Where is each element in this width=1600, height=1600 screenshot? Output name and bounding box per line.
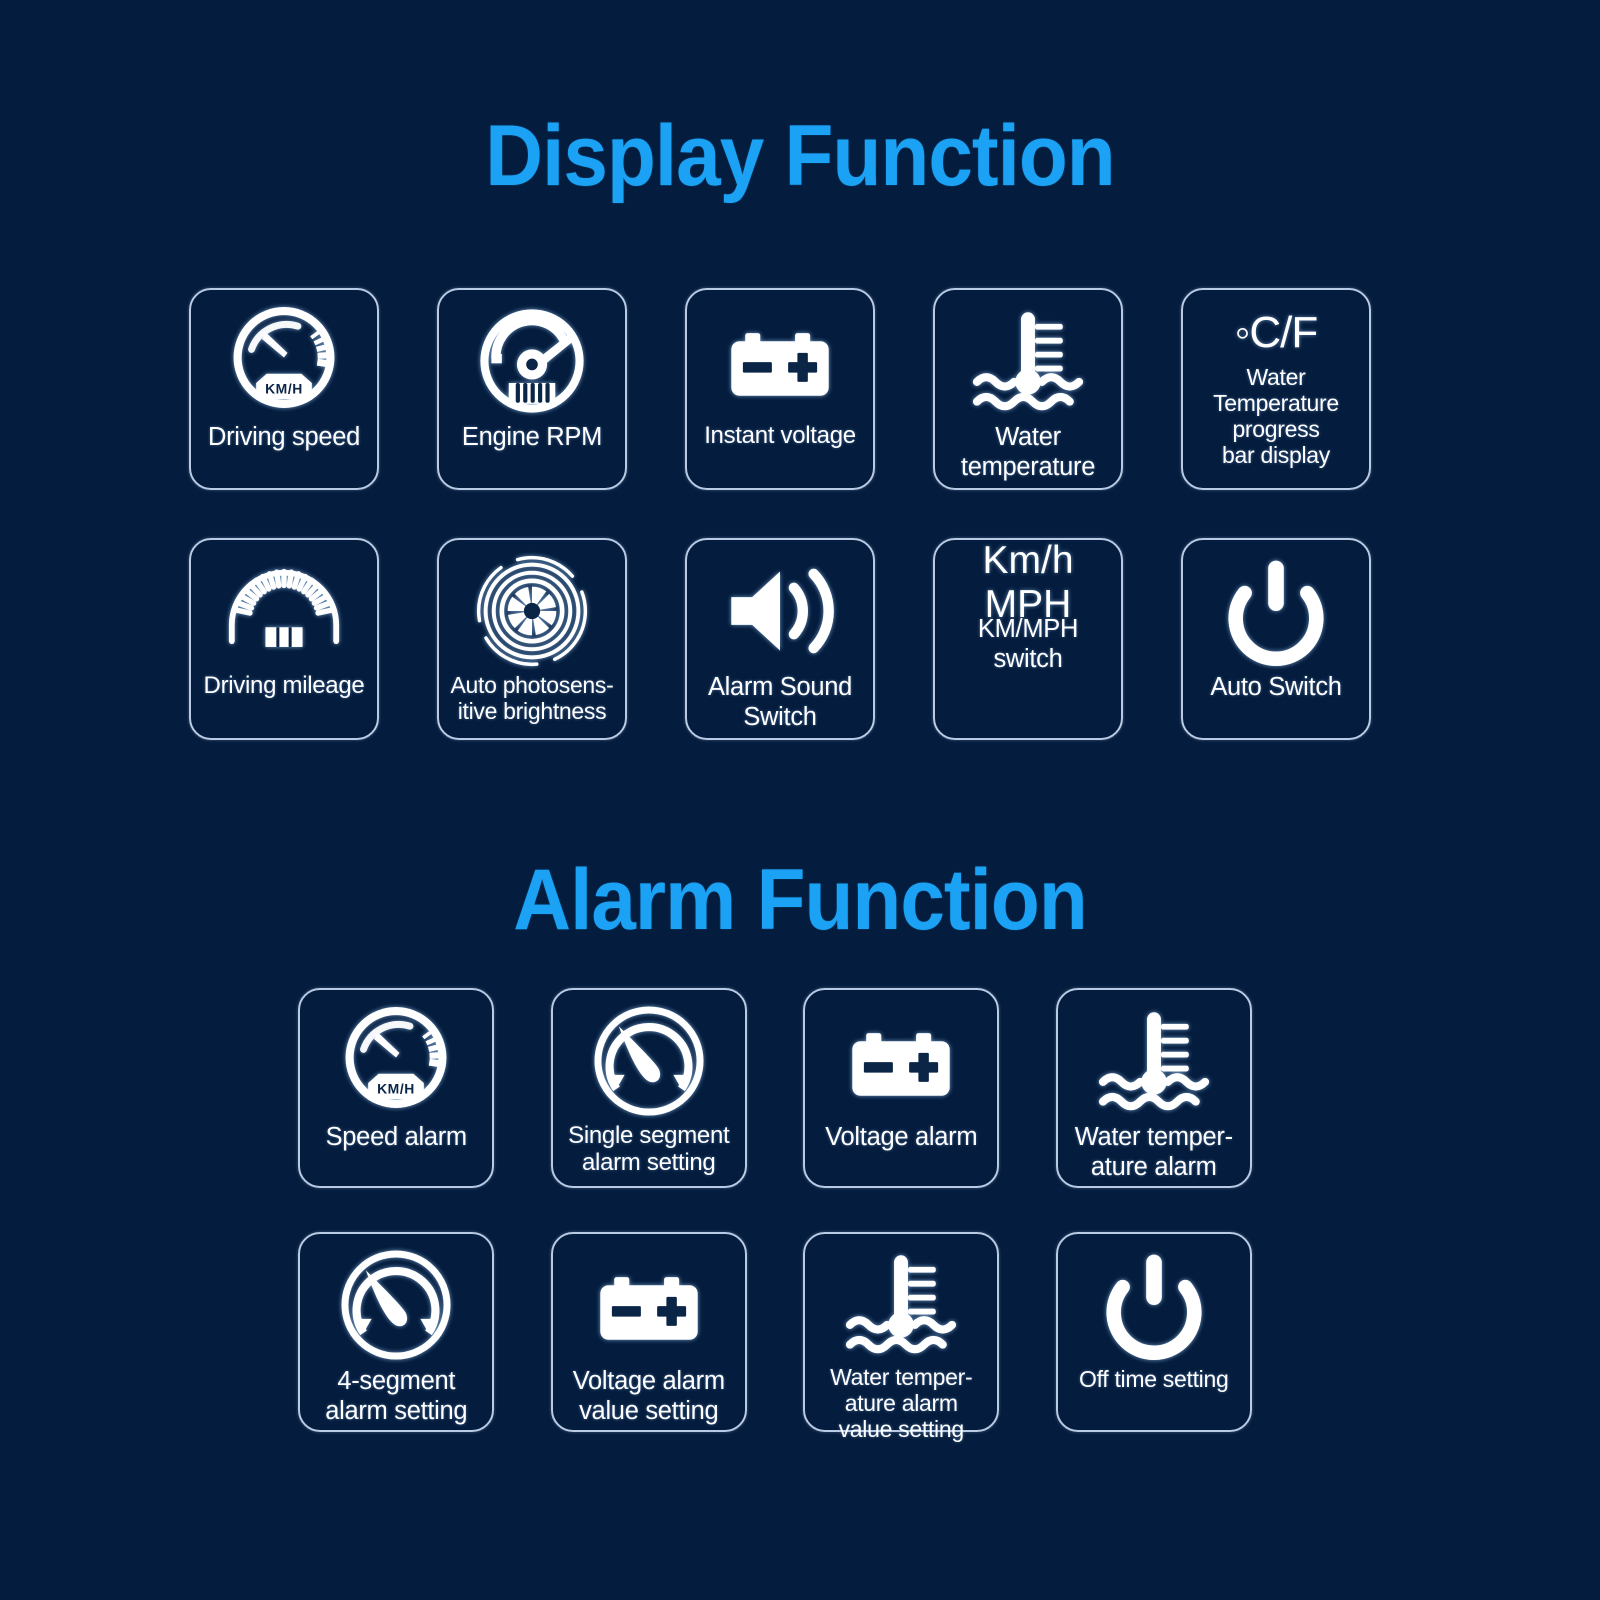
tile-label: Water temper- ature alarm <box>1074 1123 1233 1181</box>
section-title-alarm: Alarm Function <box>513 852 1087 948</box>
speedometer-icon: KM/H <box>338 1002 454 1120</box>
function-tile-needle-gauge[interactable]: Single segment alarm setting <box>550 988 747 1188</box>
tile-label: Voltage alarm <box>825 1123 978 1151</box>
tile-label: Auto Switch <box>1210 673 1342 701</box>
function-tile-power[interactable]: Off time setting <box>1055 1232 1252 1432</box>
poster-root: Display Function KM/H Driving speed Engine… <box>0 0 1600 1600</box>
km-mph-text-icon: Km/h MPH <box>982 539 1073 626</box>
section-title-display: Display Function <box>485 108 1115 204</box>
celsius-fahrenheit-text: ◦C/F <box>1234 308 1318 357</box>
celsius-fahrenheit-text-icon: ◦C/F <box>1234 304 1318 362</box>
svg-text:KM/H: KM/H <box>265 380 303 396</box>
tile-label: Off time setting <box>1079 1366 1229 1392</box>
function-tile-speaker[interactable]: Alarm Sound Switch <box>685 538 875 740</box>
speedometer-icon: KM/H <box>226 302 342 420</box>
tile-label: Driving speed <box>207 423 360 451</box>
tile-label: Driving mileage <box>203 672 365 699</box>
function-tile-water-temperature[interactable]: Water temper- ature alarm value setting <box>803 1232 1000 1442</box>
tile-label: Water temperature <box>960 423 1096 481</box>
function-tile-odometer[interactable]: Driving mileage <box>189 538 379 740</box>
water-temperature-icon <box>970 302 1086 420</box>
speaker-icon <box>722 552 838 670</box>
needle-gauge-icon <box>338 1246 454 1364</box>
tile-label: Water temper- ature alarm value setting <box>830 1364 973 1442</box>
tile-label: Water Temperature progress bar display <box>1213 364 1339 468</box>
power-icon <box>1098 1246 1210 1364</box>
battery-icon <box>591 1246 707 1364</box>
tile-label: Auto photosens- itive brightness <box>450 672 614 724</box>
odometer-icon <box>226 552 342 670</box>
battery-icon <box>722 302 838 420</box>
tile-label: KM/MPH switch <box>977 615 1079 673</box>
water-temperature-icon <box>1096 1002 1212 1120</box>
svg-text:KM/H: KM/H <box>377 1080 415 1096</box>
function-tile-speedometer[interactable]: KM/H Speed alarm <box>298 988 495 1188</box>
power-icon <box>1220 552 1332 670</box>
display-function-grid: KM/H Driving speed Engine RPM Instant volta… <box>160 288 1400 788</box>
tile-label: Alarm Sound Switch <box>707 673 853 731</box>
function-tile-water-temperature[interactable]: Water temperature <box>933 288 1123 490</box>
alarm-function-grid: KM/H Speed alarm Single segment alarm sett… <box>270 988 1280 1476</box>
function-tile-battery[interactable]: Instant voltage <box>685 288 875 490</box>
function-tile-tachometer[interactable]: Engine RPM <box>437 288 627 490</box>
needle-gauge-icon <box>591 1002 707 1120</box>
aperture-icon <box>474 552 590 670</box>
function-tile-aperture[interactable]: Auto photosens- itive brightness <box>437 538 627 740</box>
function-tile-needle-gauge[interactable]: 4-segment alarm setting <box>298 1232 495 1432</box>
function-tile-battery[interactable]: Voltage alarm value setting <box>550 1232 747 1432</box>
function-tile-battery[interactable]: Voltage alarm <box>803 988 1000 1188</box>
tile-label: Instant voltage <box>704 422 856 449</box>
water-temperature-icon <box>843 1246 959 1362</box>
function-tile-km-mph-text[interactable]: Km/h MPH KM/MPH switch <box>933 538 1123 740</box>
battery-icon <box>843 1002 959 1120</box>
tile-label: Voltage alarm value setting <box>572 1367 725 1425</box>
tachometer-icon <box>474 302 590 420</box>
tile-label: Engine RPM <box>461 423 603 451</box>
tile-label: Single segment alarm setting <box>568 1122 730 1176</box>
function-tile-water-temperature[interactable]: Water temper- ature alarm <box>1055 988 1252 1188</box>
tile-label: Speed alarm <box>325 1123 468 1151</box>
function-tile-speedometer[interactable]: KM/H Driving speed <box>189 288 379 490</box>
tile-label: 4-segment alarm setting <box>325 1367 468 1425</box>
function-tile-celsius-fahrenheit-text[interactable]: ◦C/F Water Temperature progress bar displ… <box>1181 288 1371 490</box>
function-tile-power[interactable]: Auto Switch <box>1181 538 1371 740</box>
